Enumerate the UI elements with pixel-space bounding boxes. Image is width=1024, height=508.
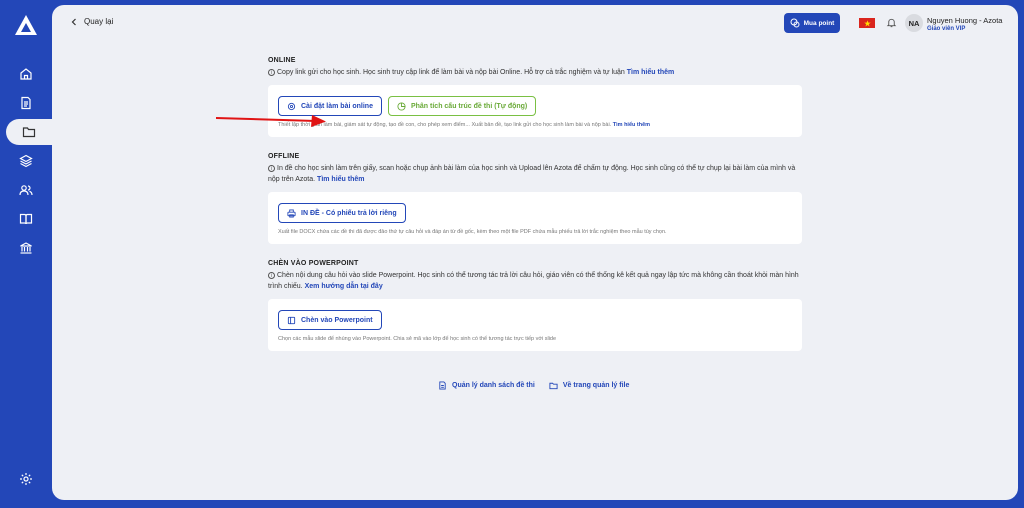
print-exam-label: IN ĐỀ - Có phiếu trả lời riêng bbox=[301, 209, 397, 217]
analyze-structure-label: Phân tích cấu trúc đề thi (Tự động) bbox=[410, 102, 528, 110]
powerpoint-note: Chọn các mẫu slide để nhúng vào Powerpoi… bbox=[278, 336, 557, 342]
slides-icon bbox=[287, 316, 296, 324]
main-panel: Quay lại Mua point NA Nguyen Huong - Azo… bbox=[52, 5, 1018, 500]
star-icon bbox=[863, 19, 871, 27]
powerpoint-title: CHÈN VÀO POWERPOINT bbox=[268, 260, 359, 267]
info-icon: i bbox=[268, 164, 275, 172]
printer-icon bbox=[287, 208, 296, 218]
insert-powerpoint-button[interactable]: Chèn vào Powerpoint bbox=[278, 310, 382, 330]
folder-icon bbox=[22, 127, 36, 138]
users-icon bbox=[19, 185, 33, 196]
gear-icon bbox=[20, 473, 32, 485]
sidebar-item-users[interactable] bbox=[0, 177, 52, 203]
coins-icon bbox=[790, 18, 800, 28]
online-learn-more-link[interactable]: Tìm hiểu thêm bbox=[627, 69, 674, 76]
avatar-initials: NA bbox=[908, 18, 920, 28]
user-name[interactable]: Nguyen Huong - Azota bbox=[927, 16, 1002, 25]
sidebar-item-settings[interactable] bbox=[0, 466, 52, 492]
offline-title: OFFLINE bbox=[268, 153, 300, 160]
setup-online-label: Cài đặt làm bài online bbox=[301, 102, 373, 110]
sidebar-item-library[interactable] bbox=[0, 206, 52, 232]
manage-exams-link[interactable]: Quản lý danh sách đề thi bbox=[438, 381, 535, 390]
topbar: Quay lại Mua point NA Nguyen Huong - Azo… bbox=[52, 5, 1018, 41]
settings-icon bbox=[287, 102, 296, 110]
offline-desc: i In đề cho học sinh làm trên giấy, scan … bbox=[268, 163, 802, 185]
file-manager-link[interactable]: Về trang quản lý file bbox=[549, 381, 630, 390]
sidebar bbox=[0, 0, 52, 508]
user-role: Giáo viên VIP bbox=[927, 26, 966, 32]
online-title: ONLINE bbox=[268, 57, 296, 64]
bell-icon[interactable] bbox=[886, 17, 897, 28]
sidebar-item-layers[interactable] bbox=[0, 148, 52, 174]
offline-card: IN ĐỀ - Có phiếu trả lời riêng Xuất file… bbox=[268, 192, 802, 244]
online-card: Cài đặt làm bài online Phân tích cấu trú… bbox=[268, 85, 802, 137]
sidebar-item-documents[interactable] bbox=[0, 90, 52, 116]
insert-powerpoint-label: Chèn vào Powerpoint bbox=[301, 316, 373, 324]
buy-point-label: Mua point bbox=[803, 19, 835, 27]
layers-icon bbox=[19, 154, 33, 168]
powerpoint-desc: i Chèn nội dung câu hỏi vào slide Powerpo… bbox=[268, 270, 802, 292]
home-icon bbox=[20, 68, 32, 80]
file-list-icon bbox=[439, 381, 446, 390]
info-icon: i bbox=[268, 271, 275, 279]
footer-links: Quản lý danh sách đề thi Về trang quản l… bbox=[438, 381, 629, 390]
sidebar-item-institution[interactable] bbox=[0, 235, 52, 261]
back-button[interactable]: Quay lại bbox=[70, 17, 113, 26]
buy-point-button[interactable]: Mua point bbox=[784, 13, 840, 33]
book-icon bbox=[19, 213, 33, 225]
online-desc: i Copy link gửi cho học sinh. Học sinh tr… bbox=[268, 67, 802, 78]
online-desc-text: Copy link gửi cho học sinh. Học sinh tru… bbox=[277, 69, 625, 76]
folder-icon bbox=[549, 382, 558, 390]
print-exam-button[interactable]: IN ĐỀ - Có phiếu trả lời riêng bbox=[278, 203, 406, 223]
powerpoint-card: Chèn vào Powerpoint Chọn các mẫu slide đ… bbox=[268, 299, 802, 351]
online-note-link[interactable]: Tìm hiểu thêm bbox=[613, 122, 650, 128]
offline-learn-more-link[interactable]: Tìm hiểu thêm bbox=[317, 176, 364, 183]
document-icon bbox=[21, 96, 31, 110]
language-flag-vn[interactable] bbox=[859, 18, 875, 28]
offline-note: Xuất file DOCX chứa các đề thi đã được đ… bbox=[278, 229, 667, 235]
online-note: Thiết lập thời gian làm bài, giám sát tự… bbox=[278, 122, 792, 128]
analyze-structure-button[interactable]: Phân tích cấu trúc đề thi (Tự động) bbox=[387, 96, 537, 116]
manage-exams-label: Quản lý danh sách đề thi bbox=[452, 382, 535, 389]
chevron-left-icon bbox=[71, 18, 76, 25]
powerpoint-guide-link[interactable]: Xem hướng dẫn tại đây bbox=[305, 283, 383, 290]
info-icon: i bbox=[268, 68, 275, 76]
bank-icon bbox=[20, 242, 32, 254]
sidebar-item-files[interactable] bbox=[6, 119, 52, 145]
sidebar-item-home[interactable] bbox=[0, 61, 52, 87]
azota-logo[interactable] bbox=[14, 14, 38, 36]
file-manager-label: Về trang quản lý file bbox=[562, 382, 630, 389]
red-arrow-annotation bbox=[216, 115, 326, 127]
content: ONLINE i Copy link gửi cho học sinh. Học … bbox=[268, 57, 802, 351]
back-label: Quay lại bbox=[84, 17, 114, 26]
avatar[interactable]: NA bbox=[905, 14, 923, 32]
pie-chart-icon bbox=[397, 101, 406, 111]
